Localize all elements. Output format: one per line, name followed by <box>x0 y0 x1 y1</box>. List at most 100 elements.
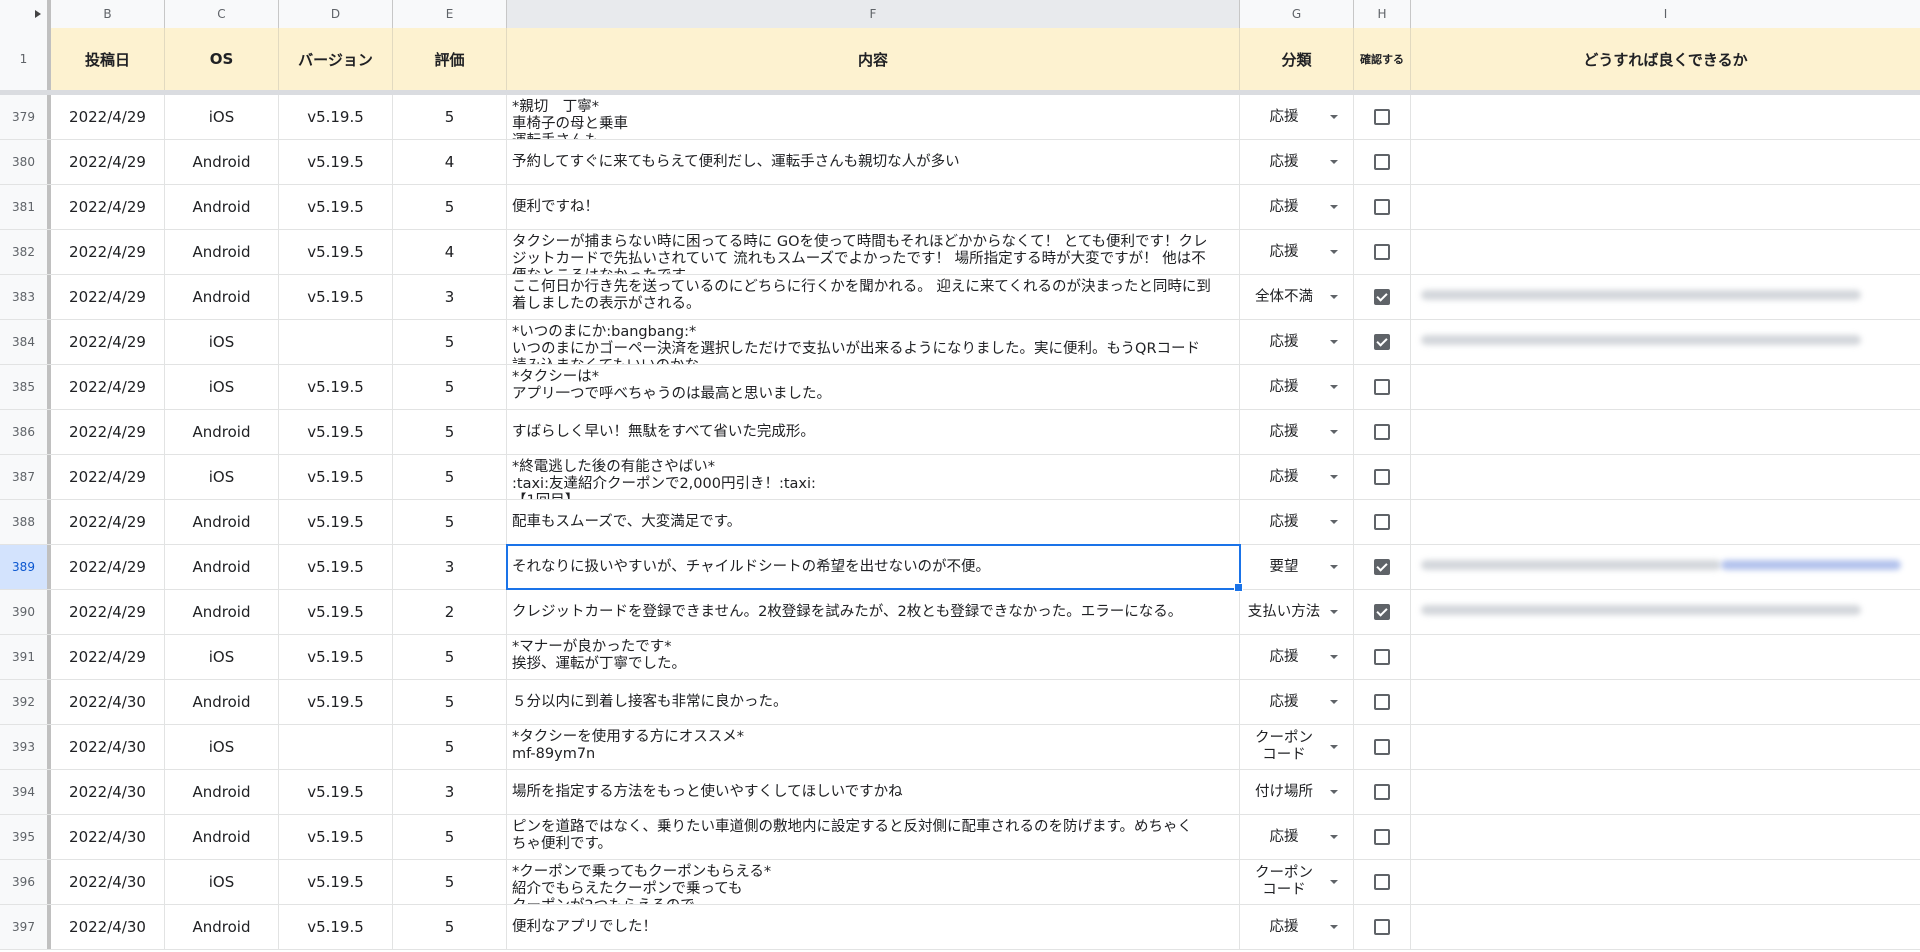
chevron-down-icon[interactable] <box>1330 565 1338 569</box>
cell-post-date[interactable]: 2022/4/29 <box>51 635 165 679</box>
row-number[interactable]: 380 <box>0 140 51 184</box>
cell-os[interactable]: Android <box>165 500 279 544</box>
cell-improvement[interactable] <box>1411 815 1920 859</box>
cell-version[interactable]: v5.19.5 <box>279 95 393 139</box>
confirm-checkbox[interactable] <box>1374 514 1390 530</box>
cell-os[interactable]: iOS <box>165 635 279 679</box>
cell-post-date[interactable]: 2022/4/29 <box>51 365 165 409</box>
cell-confirm[interactable] <box>1354 140 1411 184</box>
row-number[interactable]: 382 <box>0 230 51 274</box>
cell-rating[interactable]: 5 <box>393 95 507 139</box>
cell-improvement[interactable] <box>1411 860 1920 904</box>
cell-os[interactable]: Android <box>165 905 279 949</box>
cell-version[interactable]: v5.19.5 <box>279 455 393 499</box>
cell-category[interactable]: 応援 <box>1240 410 1354 454</box>
cell-improvement[interactable] <box>1411 590 1920 634</box>
cell-confirm[interactable] <box>1354 905 1411 949</box>
cell-version[interactable]: v5.19.5 <box>279 230 393 274</box>
cell-version[interactable]: v5.19.5 <box>279 185 393 229</box>
cell-rating[interactable]: 5 <box>393 635 507 679</box>
cell-content[interactable]: すばらしく早い！無駄をすべて省いた完成形。 <box>507 410 1240 454</box>
cell-os[interactable]: Android <box>165 815 279 859</box>
row-number[interactable]: 390 <box>0 590 51 634</box>
cell-confirm[interactable] <box>1354 185 1411 229</box>
row-number[interactable]: 392 <box>0 680 51 724</box>
cell-confirm[interactable] <box>1354 410 1411 454</box>
cell-content[interactable]: *マナーが良かったです* 挨拶、運転が丁寧でした。 <box>507 635 1240 679</box>
cell-improvement[interactable] <box>1411 140 1920 184</box>
cell-post-date[interactable]: 2022/4/29 <box>51 185 165 229</box>
header-content[interactable]: 内容 <box>507 28 1240 90</box>
cell-os[interactable]: Android <box>165 770 279 814</box>
cell-improvement[interactable] <box>1411 95 1920 139</box>
chevron-down-icon[interactable] <box>1330 340 1338 344</box>
cell-category[interactable]: 支払い方法 <box>1240 590 1354 634</box>
cell-category[interactable]: 応援 <box>1240 635 1354 679</box>
chevron-down-icon[interactable] <box>1330 115 1338 119</box>
cell-os[interactable]: Android <box>165 680 279 724</box>
cell-improvement[interactable] <box>1411 635 1920 679</box>
cell-improvement[interactable] <box>1411 725 1920 769</box>
cell-post-date[interactable]: 2022/4/29 <box>51 590 165 634</box>
cell-version[interactable]: v5.19.5 <box>279 635 393 679</box>
cell-post-date[interactable]: 2022/4/30 <box>51 770 165 814</box>
cell-confirm[interactable] <box>1354 545 1411 589</box>
cell-rating[interactable]: 5 <box>393 815 507 859</box>
cell-rating[interactable]: 3 <box>393 275 507 319</box>
confirm-checkbox[interactable] <box>1374 334 1390 350</box>
chevron-down-icon[interactable] <box>1330 700 1338 704</box>
cell-os[interactable]: iOS <box>165 95 279 139</box>
column-header-e[interactable]: E <box>393 0 507 28</box>
cell-category[interactable]: 応援 <box>1240 815 1354 859</box>
header-version[interactable]: バージョン <box>279 28 393 90</box>
cell-content[interactable]: ピンを道路ではなく、乗りたい車道側の敷地内に設定すると反対側に配車されるのを防げ… <box>507 815 1240 859</box>
cell-os[interactable]: Android <box>165 230 279 274</box>
cell-post-date[interactable]: 2022/4/30 <box>51 905 165 949</box>
chevron-down-icon[interactable] <box>1330 250 1338 254</box>
cell-post-date[interactable]: 2022/4/29 <box>51 410 165 454</box>
cell-content[interactable]: 場所を指定する方法をもっと使いやすくしてほしいですかね <box>507 770 1240 814</box>
cell-content[interactable]: *親切 丁寧* 車椅子の母と乗車 運転手さんも <box>507 95 1240 139</box>
chevron-down-icon[interactable] <box>1330 205 1338 209</box>
cell-rating[interactable]: 5 <box>393 680 507 724</box>
cell-version[interactable]: v5.19.5 <box>279 905 393 949</box>
row-number[interactable]: 391 <box>0 635 51 679</box>
chevron-down-icon[interactable] <box>1330 610 1338 614</box>
cell-version[interactable]: v5.19.5 <box>279 860 393 904</box>
cell-rating[interactable]: 4 <box>393 230 507 274</box>
cell-rating[interactable]: 3 <box>393 770 507 814</box>
cell-rating[interactable]: 5 <box>393 365 507 409</box>
row-number[interactable]: 395 <box>0 815 51 859</box>
cell-improvement[interactable] <box>1411 185 1920 229</box>
column-header-f[interactable]: F <box>507 0 1240 28</box>
cell-category[interactable]: 応援 <box>1240 500 1354 544</box>
row-number[interactable]: 388 <box>0 500 51 544</box>
cell-content[interactable]: *クーポンで乗ってもクーポンもらえる* 紹介でもらえたクーポンで乗っても クーポ… <box>507 860 1240 904</box>
cell-post-date[interactable]: 2022/4/29 <box>51 455 165 499</box>
cell-confirm[interactable] <box>1354 860 1411 904</box>
cell-post-date[interactable]: 2022/4/30 <box>51 725 165 769</box>
cell-os[interactable]: iOS <box>165 365 279 409</box>
chevron-down-icon[interactable] <box>1330 745 1338 749</box>
cell-category[interactable]: 応援 <box>1240 140 1354 184</box>
cell-content[interactable]: ５分以内に到着し接客も非常に良かった。 <box>507 680 1240 724</box>
cell-post-date[interactable]: 2022/4/29 <box>51 320 165 364</box>
cell-version[interactable]: v5.19.5 <box>279 500 393 544</box>
row-number[interactable]: 396 <box>0 860 51 904</box>
cell-post-date[interactable]: 2022/4/29 <box>51 230 165 274</box>
column-header-c[interactable]: C <box>165 0 279 28</box>
chevron-down-icon[interactable] <box>1330 925 1338 929</box>
cell-confirm[interactable] <box>1354 365 1411 409</box>
cell-rating[interactable]: 5 <box>393 905 507 949</box>
cell-improvement[interactable] <box>1411 365 1920 409</box>
cell-rating[interactable]: 5 <box>393 500 507 544</box>
cell-category[interactable]: 応援 <box>1240 905 1354 949</box>
chevron-down-icon[interactable] <box>1330 430 1338 434</box>
column-header-g[interactable]: G <box>1240 0 1354 28</box>
chevron-down-icon[interactable] <box>1330 385 1338 389</box>
confirm-checkbox[interactable] <box>1374 874 1390 890</box>
column-header-d[interactable]: D <box>279 0 393 28</box>
cell-category[interactable]: 応援 <box>1240 365 1354 409</box>
cell-os[interactable]: Android <box>165 545 279 589</box>
confirm-checkbox[interactable] <box>1374 649 1390 665</box>
